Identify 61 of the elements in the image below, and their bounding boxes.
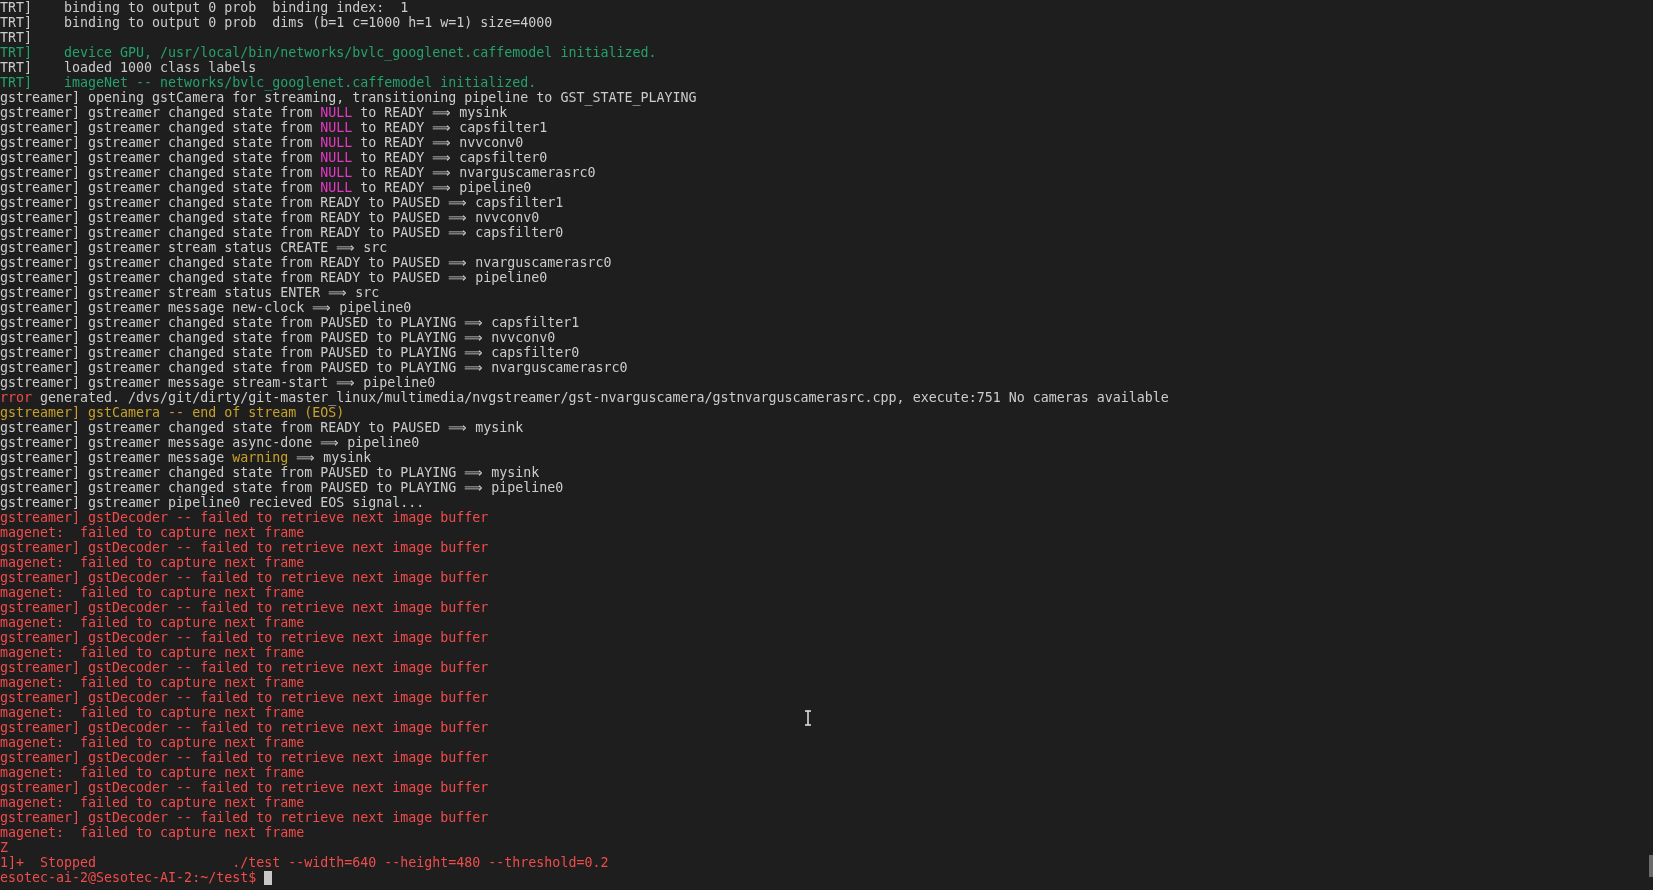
- terminal-line: TRT]: [0, 30, 33, 45]
- terminal-line: gstreamer] gstreamer changed state from NULL to READY ⟹ nvarguscamerasrc0: [0, 165, 596, 180]
- scrollbar-thumb[interactable]: [1649, 855, 1653, 877]
- terminal-line: 1]+ Stopped ./test --width=640 --height=480 --threshold=0.2: [0, 855, 609, 870]
- terminal-line: gstreamer] gstDecoder -- failed to retrieve next image buffer: [0, 750, 489, 765]
- terminal-line: magenet: failed to capture next frame: [0, 615, 305, 630]
- terminal-line: gstreamer] gstDecoder -- failed to retrieve next image buffer: [0, 600, 489, 615]
- terminal-line: gstreamer] gstreamer changed state from PAUSED to PLAYING ⟹ mysink: [0, 465, 540, 480]
- terminal-line: magenet: failed to capture next frame: [0, 675, 305, 690]
- terminal-line: gstreamer] gstreamer changed state from READY to PAUSED ⟹ capsfilter1: [0, 195, 564, 210]
- terminal-line: magenet: failed to capture next frame: [0, 705, 305, 720]
- terminal-line: gstreamer] opening gstCamera for streaming, transitioning pipeline to GST_STATE_PLAYING: [0, 90, 697, 105]
- terminal-line: magenet: failed to capture next frame: [0, 585, 305, 600]
- terminal-line: esotec-ai-2@Sesotec-AI-2:~/test$: [0, 870, 258, 885]
- terminal-line: magenet: failed to capture next frame: [0, 645, 305, 660]
- terminal-line: gstreamer] gstreamer stream status CREATE ⟹ src: [0, 240, 388, 255]
- terminal-line: gstreamer] gstreamer changed state from READY to PAUSED ⟹ nvvconv0: [0, 210, 540, 225]
- terminal-line: gstreamer] gstreamer changed state from PAUSED to PLAYING ⟹ capsfilter1: [0, 315, 580, 330]
- terminal-line: TRT] loaded 1000 class labels: [0, 60, 257, 75]
- terminal-line: gstreamer] gstDecoder -- failed to retrieve next image buffer: [0, 690, 489, 705]
- terminal-line: gstreamer] gstreamer pipeline0 recieved EOS signal...: [0, 495, 425, 510]
- terminal-line: gstreamer] gstDecoder -- failed to retrieve next image buffer: [0, 540, 489, 555]
- terminal-line: gstreamer] gstreamer changed state from READY to PAUSED ⟹ mysink: [0, 420, 524, 435]
- terminal-line: gstreamer] gstreamer changed state from READY to PAUSED ⟹ capsfilter0: [0, 225, 564, 240]
- terminal-line: TRT] binding to output 0 prob dims (b=1 c=1000 h=1 w=1) size=4000: [0, 15, 553, 30]
- terminal-line: gstreamer] gstDecoder -- failed to retrieve next image buffer: [0, 810, 489, 825]
- text-cursor-icon: [804, 710, 812, 726]
- terminal-line: gstreamer] gstreamer message warning ⟹ mysink: [0, 450, 372, 465]
- terminal-line: rror generated. /dvs/git/dirty/git-master_linux/multimedia/nvgstreamer/gst-nvarguscamera/gstnvarguscamerasrc.cpp, execute:751 No cameras available: [0, 390, 1169, 405]
- terminal-line: gstreamer] gstreamer changed state from NULL to READY ⟹ mysink: [0, 105, 508, 120]
- terminal-line: gstreamer] gstreamer stream status ENTER ⟹ src: [0, 285, 380, 300]
- terminal-line: magenet: failed to capture next frame: [0, 825, 305, 840]
- terminal-line: TRT] imageNet -- networks/bvlc_googlenet.caffemodel initialized.: [0, 75, 537, 90]
- terminal-line: TRT] binding to output 0 prob binding index: 1: [0, 0, 409, 15]
- terminal-line: magenet: failed to capture next frame: [0, 525, 305, 540]
- terminal-line: gstreamer] gstDecoder -- failed to retrieve next image buffer: [0, 630, 489, 645]
- terminal-line: gstreamer] gstreamer changed state from READY to PAUSED ⟹ nvarguscamerasrc0: [0, 255, 612, 270]
- terminal-line: magenet: failed to capture next frame: [0, 765, 305, 780]
- terminal-line: gstreamer] gstreamer changed state from NULL to READY ⟹ nvvconv0: [0, 135, 524, 150]
- terminal-line: gstreamer] gstreamer changed state from NULL to READY ⟹ capsfilter1: [0, 120, 548, 135]
- terminal-line: gstreamer] gstDecoder -- failed to retrieve next image buffer: [0, 660, 489, 675]
- terminal-line: gstreamer] gstreamer changed state from NULL to READY ⟹ pipeline0: [0, 180, 532, 195]
- terminal-line: gstreamer] gstreamer changed state from NULL to READY ⟹ capsfilter0: [0, 150, 548, 165]
- terminal-line: Z: [0, 840, 8, 855]
- terminal-line: gstreamer] gstreamer message stream-start ⟹ pipeline0: [0, 375, 436, 390]
- terminal-line: gstreamer] gstreamer message new-clock ⟹ pipeline0: [0, 300, 412, 315]
- terminal-line: gstreamer] gstreamer changed state from PAUSED to PLAYING ⟹ pipeline0: [0, 480, 564, 495]
- terminal-line: gstreamer] gstreamer changed state from READY to PAUSED ⟹ pipeline0: [0, 270, 548, 285]
- terminal-line: gstreamer] gstDecoder -- failed to retrieve next image buffer: [0, 720, 489, 735]
- terminal-line: gstreamer] gstreamer message async-done ⟹ pipeline0: [0, 435, 420, 450]
- terminal-line: gstreamer] gstDecoder -- failed to retrieve next image buffer: [0, 570, 489, 585]
- terminal-line: gstreamer] gstreamer changed state from PAUSED to PLAYING ⟹ nvarguscamerasrc0: [0, 360, 628, 375]
- terminal-line: gstreamer] gstreamer changed state from PAUSED to PLAYING ⟹ capsfilter0: [0, 345, 580, 360]
- terminal-line: magenet: failed to capture next frame: [0, 555, 305, 570]
- terminal-line: magenet: failed to capture next frame: [0, 795, 305, 810]
- terminal-line: gstreamer] gstreamer changed state from PAUSED to PLAYING ⟹ nvvconv0: [0, 330, 556, 345]
- terminal-line: gstreamer] gstDecoder -- failed to retrieve next image buffer: [0, 780, 489, 795]
- terminal-line: magenet: failed to capture next frame: [0, 735, 305, 750]
- terminal-line: gstreamer] gstCamera -- end of stream (EOS): [0, 405, 345, 420]
- terminal-line: gstreamer] gstDecoder -- failed to retrieve next image buffer: [0, 510, 489, 525]
- terminal-line: TRT] device GPU, /usr/local/bin/networks/bvlc_googlenet.caffemodel initialized.: [0, 45, 657, 60]
